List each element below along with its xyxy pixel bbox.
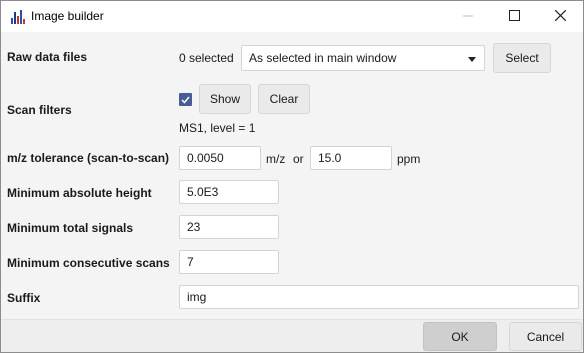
min-consecutive-scans-input[interactable] <box>179 250 279 274</box>
mz-tolerance-label: m/z tolerance (scan-to-scan) <box>7 151 170 165</box>
min-consecutive-scans-label: Minimum consecutive scans <box>7 256 170 270</box>
min-total-signals-label: Minimum total signals <box>7 221 134 235</box>
ppm-unit-label: ppm <box>397 152 421 166</box>
close-button[interactable] <box>537 1 583 32</box>
checkmark-icon <box>181 93 190 107</box>
cancel-button[interactable]: Cancel <box>509 322 582 351</box>
maximize-button[interactable] <box>491 1 537 32</box>
mz-tolerance-input[interactable] <box>179 146 261 170</box>
raw-data-source-dropdown[interactable]: As selected in main window <box>241 45 485 71</box>
chevron-down-icon <box>468 57 476 62</box>
scan-filters-summary: MS1, level = 1 <box>179 121 256 135</box>
min-absolute-height-input[interactable] <box>179 180 279 204</box>
window-title: Image builder <box>31 9 104 23</box>
show-filters-button[interactable]: Show <box>199 84 251 114</box>
ok-button[interactable]: OK <box>423 322 497 351</box>
minimize-icon <box>463 10 473 24</box>
clear-filters-button[interactable]: Clear <box>258 84 310 114</box>
raw-data-source-value: As selected in main window <box>249 51 397 65</box>
suffix-label: Suffix <box>7 291 41 305</box>
maximize-icon <box>508 9 520 24</box>
raw-data-selected-count: 0 selected <box>179 51 234 65</box>
min-absolute-height-label: Minimum absolute height <box>7 186 152 200</box>
dialog-footer: OK Cancel <box>1 319 583 352</box>
suffix-input[interactable] <box>179 285 579 309</box>
app-icon <box>10 9 26 25</box>
or-label: or <box>293 152 304 166</box>
ppm-tolerance-input[interactable] <box>310 146 392 170</box>
min-total-signals-input[interactable] <box>179 215 279 239</box>
image-builder-dialog: Image builder Raw data files 0 selected … <box>0 0 584 353</box>
mz-unit-label: m/z <box>266 152 286 166</box>
scan-filters-label: Scan filters <box>7 103 72 117</box>
scan-filters-checkbox[interactable] <box>179 93 192 106</box>
raw-data-files-label: Raw data files <box>7 50 88 64</box>
parameters-form: Raw data files 0 selected As selected in… <box>1 32 583 319</box>
close-icon <box>554 9 566 24</box>
select-files-button[interactable]: Select <box>493 43 551 73</box>
title-bar: Image builder <box>1 1 583 32</box>
minimize-button[interactable] <box>445 1 491 32</box>
